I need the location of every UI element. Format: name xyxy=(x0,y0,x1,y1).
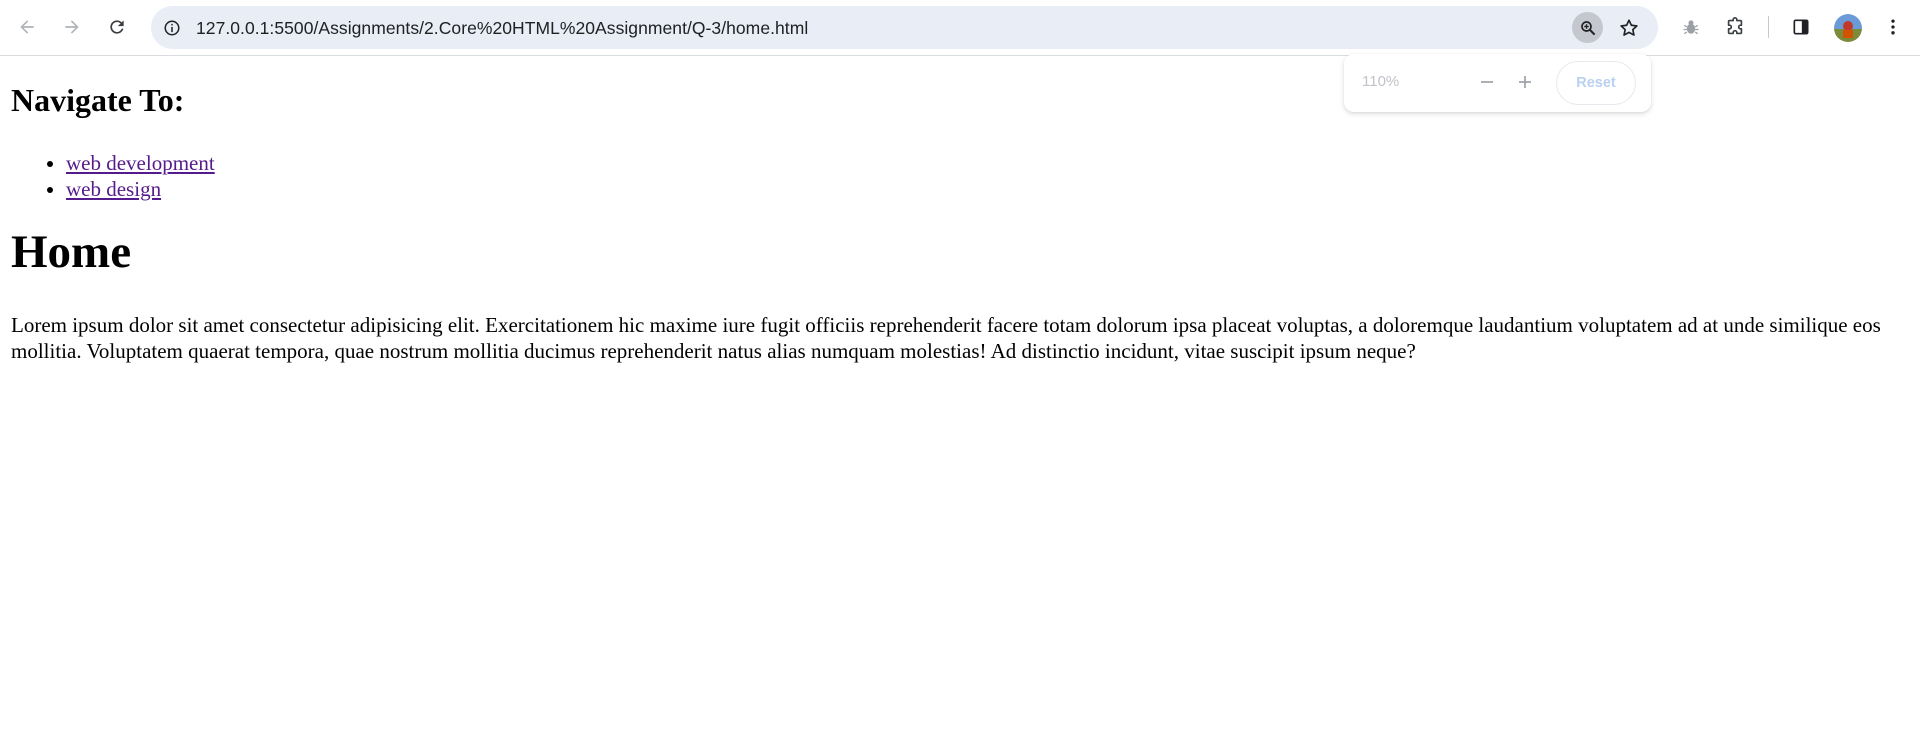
url-text[interactable]: 127.0.0.1:5500/Assignments/2.Core%20HTML… xyxy=(196,18,808,39)
zoom-reset-button[interactable]: Reset xyxy=(1556,61,1636,105)
site-info-button[interactable] xyxy=(161,17,183,39)
zoom-indicator-button[interactable] xyxy=(1572,12,1603,43)
forward-arrow-icon xyxy=(65,20,79,34)
side-panel-icon xyxy=(1793,19,1809,35)
zoom-icon xyxy=(1580,20,1595,35)
reload-icon xyxy=(110,20,124,34)
nav-heading: Navigate To: xyxy=(11,82,185,118)
page-title: Home xyxy=(11,226,132,278)
extensions-puzzle-icon xyxy=(1727,17,1743,35)
more-menu-button[interactable] xyxy=(1878,12,1908,42)
nav-list: web development web design xyxy=(0,150,215,202)
zoom-level: 110% xyxy=(1362,73,1400,90)
web-development-link[interactable]: web development xyxy=(66,151,215,175)
more-vert-icon xyxy=(1891,19,1895,35)
bookmark-button[interactable] xyxy=(1616,15,1642,41)
zoom-popup: 110% Reset xyxy=(1344,54,1651,112)
side-panel-button[interactable] xyxy=(1786,12,1816,42)
back-arrow-icon xyxy=(20,20,34,34)
star-icon xyxy=(1620,19,1638,36)
site-info-icon xyxy=(164,20,180,36)
extensions-button[interactable] xyxy=(1720,12,1750,42)
bug-extension-icon xyxy=(1683,20,1699,35)
bug-extension-button[interactable] xyxy=(1676,12,1706,42)
web-design-link[interactable]: web design xyxy=(66,177,161,201)
address-bar[interactable]: 127.0.0.1:5500/Assignments/2.Core%20HTML… xyxy=(151,6,1658,49)
reload-button[interactable] xyxy=(102,12,132,42)
back-button[interactable] xyxy=(12,12,42,42)
zoom-in-button[interactable] xyxy=(1511,68,1539,96)
list-item: web design xyxy=(66,176,215,202)
body-paragraph: Lorem ipsum dolor sit amet consectetur a… xyxy=(11,313,1881,363)
list-item: web development xyxy=(66,150,215,176)
forward-button[interactable] xyxy=(57,12,87,42)
zoom-out-button[interactable] xyxy=(1473,68,1501,96)
browser-toolbar: 127.0.0.1:5500/Assignments/2.Core%20HTML… xyxy=(0,0,1920,56)
profile-avatar[interactable] xyxy=(1834,14,1862,42)
minus-icon xyxy=(1481,81,1493,83)
plus-icon xyxy=(1519,76,1531,88)
toolbar-divider xyxy=(1768,16,1769,38)
page-content: Navigate To: web development web design … xyxy=(0,57,1920,751)
